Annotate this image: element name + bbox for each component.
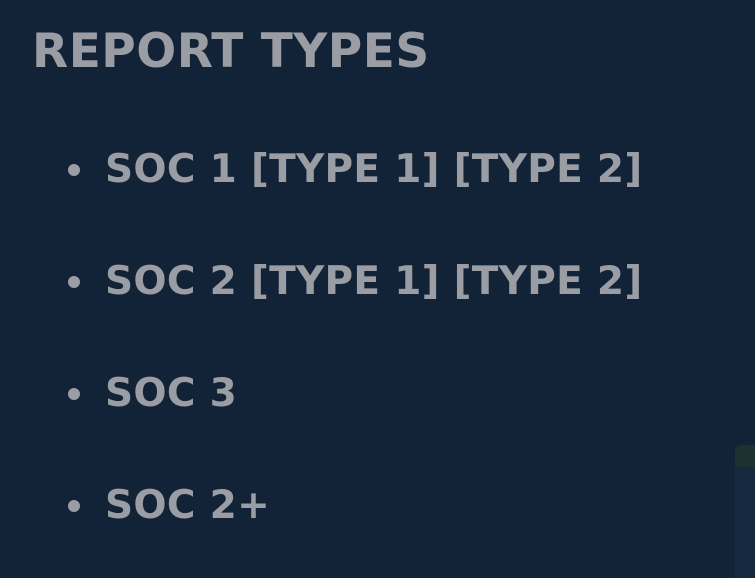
bullet-text: SOC 2+: [105, 483, 271, 528]
slide-title: REPORT TYPES: [32, 24, 430, 79]
offscreen-panel[interactable]: [735, 445, 755, 578]
list-item: SOC 1 [TYPE 1] [TYPE 2]: [68, 144, 643, 196]
bullet-icon: [68, 388, 80, 400]
list-item: SOC 3: [68, 368, 237, 420]
panel-header-strip: [735, 445, 755, 467]
bullet-icon: [68, 164, 80, 176]
bullet-text: SOC 1 [TYPE 1] [TYPE 2]: [105, 147, 643, 192]
panel-partial-content: [741, 489, 755, 559]
list-item: SOC 2+: [68, 480, 270, 532]
bullet-text: SOC 3: [105, 371, 238, 416]
list-item: SOC 2 [TYPE 1] [TYPE 2]: [68, 256, 643, 308]
bullet-text: SOC 2 [TYPE 1] [TYPE 2]: [105, 259, 643, 304]
bullet-icon: [68, 500, 80, 512]
bullet-icon: [68, 276, 80, 288]
slide: REPORT TYPES SOC 1 [TYPE 1] [TYPE 2] SOC…: [0, 0, 755, 578]
